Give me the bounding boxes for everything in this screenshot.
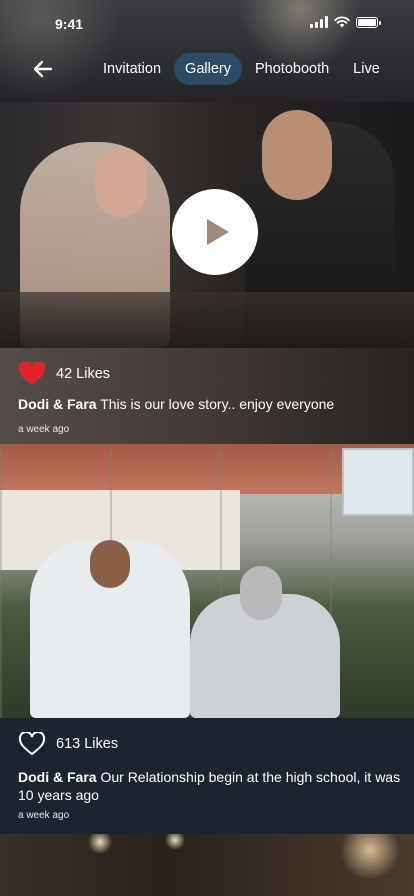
tab-bar: Invitation Gallery Photobooth Live <box>92 53 393 85</box>
header: 9:41 Invitation Gallery Photobooth Live <box>0 0 414 102</box>
top-nav: Invitation Gallery Photobooth Live <box>0 50 414 88</box>
gallery-post: 613 Likes Dodi & Fara Our Relationship b… <box>0 444 414 834</box>
tab-gallery[interactable]: Gallery <box>174 53 242 85</box>
post-photo[interactable] <box>0 834 414 896</box>
signal-icon <box>310 16 328 28</box>
back-button[interactable] <box>30 56 56 82</box>
tab-live[interactable]: Live <box>342 53 391 85</box>
like-row: 42 Likes <box>18 362 110 386</box>
like-row: 613 Likes <box>18 732 118 756</box>
wifi-icon <box>334 16 350 28</box>
tab-photobooth[interactable]: Photobooth <box>244 53 340 85</box>
post-time: a week ago <box>18 424 70 435</box>
tab-invitation[interactable]: Invitation <box>92 53 172 85</box>
post-time: a week ago <box>18 810 70 821</box>
post-video-thumbnail[interactable] <box>0 102 414 348</box>
status-icons <box>310 16 381 28</box>
post-photo[interactable] <box>0 444 414 718</box>
post-author: Dodi & Fara <box>18 769 97 785</box>
post-caption: Dodi & Fara This is our love story.. enj… <box>18 395 402 413</box>
play-icon <box>207 219 229 245</box>
post-caption: Dodi & Fara Our Relationship begin at th… <box>18 768 402 804</box>
status-time: 9:41 <box>55 16 84 32</box>
back-arrow-icon <box>33 60 53 78</box>
heart-filled-icon[interactable] <box>18 362 46 386</box>
status-bar: 9:41 <box>0 0 414 44</box>
gallery-post: 42 Likes Dodi & Fara This is our love st… <box>0 102 414 444</box>
likes-count: 42 Likes <box>56 366 111 382</box>
post-text: This is our love story.. enjoy everyone <box>100 396 335 412</box>
likes-count: 613 Likes <box>56 736 119 752</box>
play-button[interactable] <box>172 189 258 275</box>
post-meta: 613 Likes Dodi & Fara Our Relationship b… <box>0 718 414 834</box>
battery-icon <box>356 16 381 28</box>
post-meta: 42 Likes Dodi & Fara This is our love st… <box>0 348 414 444</box>
heart-outline-icon[interactable] <box>18 732 46 756</box>
gallery-post <box>0 834 414 896</box>
post-author: Dodi & Fara <box>18 396 97 412</box>
